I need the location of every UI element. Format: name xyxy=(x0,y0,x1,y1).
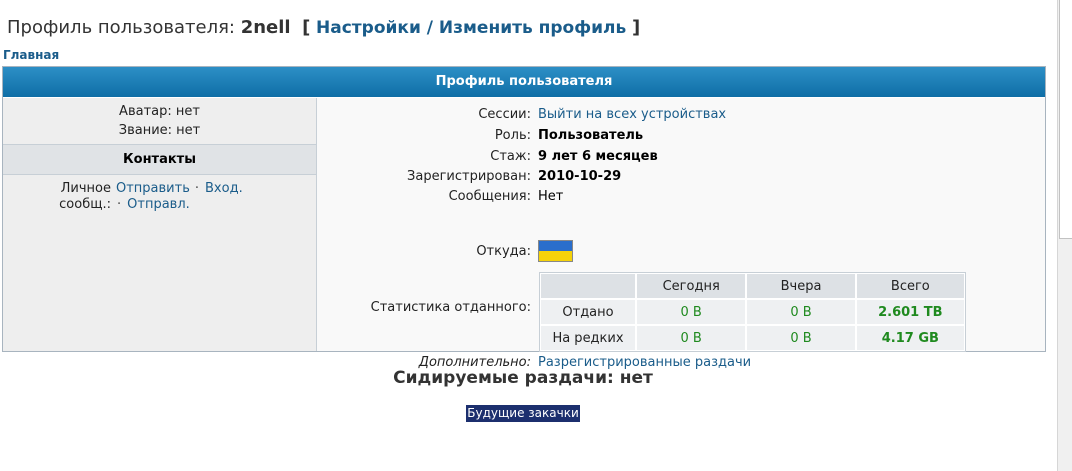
sessions-label: Сессии: xyxy=(478,107,531,122)
rank-info: Звание: нет xyxy=(118,123,201,138)
pm-label-line1: Личное xyxy=(60,181,111,196)
private-message-links: Отправить · Вход. · Отправл. xyxy=(116,181,243,213)
tenure-value: 9 лет 6 месяцев xyxy=(538,149,658,164)
pm-separator: · xyxy=(194,181,200,196)
stats-total-value: 4.17 GB xyxy=(855,325,965,351)
pm-send-link[interactable]: Отправить xyxy=(116,181,190,196)
profile-heading: Профиль пользователя xyxy=(3,67,1045,97)
upload-stats-table: Сегодня Вчера Всего Отдано 0 B 0 B 2.601… xyxy=(539,272,966,352)
upload-stats-label: Статистика отданного: xyxy=(370,300,531,315)
role-value: Пользователь xyxy=(538,128,644,143)
avatar-info: Аватар: нет xyxy=(119,104,200,119)
stats-header-row: Сегодня Вчера Всего xyxy=(540,273,965,299)
registered-value: 2010-10-29 xyxy=(538,169,622,184)
pm-label-line2: сообщ.: xyxy=(59,197,111,212)
future-downloads-button[interactable]: Будущие закачки xyxy=(466,405,580,422)
stats-today-value: 0 B xyxy=(636,325,747,351)
stats-header-empty xyxy=(540,273,636,299)
stats-header-total: Всего xyxy=(855,273,965,299)
pm-separator: · xyxy=(117,197,122,212)
table-row: На редких 0 B 0 B 4.17 GB xyxy=(540,325,965,351)
page-title: Профиль пользователя: 2nell [ Настройки … xyxy=(7,17,640,38)
logout-all-devices-link[interactable]: Выйти на всех устройствах xyxy=(538,107,726,122)
profile-right-column: Сессии: Выйти на всех устройствах Роль: … xyxy=(317,98,1045,370)
stats-total-value: 2.601 TB xyxy=(855,299,965,325)
messages-label: Сообщения: xyxy=(448,189,531,204)
role-label: Роль: xyxy=(494,128,531,143)
stats-header-yesterday: Вчера xyxy=(746,273,856,299)
stats-header-today: Сегодня xyxy=(636,273,747,299)
breadcrumb-home-link[interactable]: Главная xyxy=(3,48,59,62)
stats-today-value: 0 B xyxy=(636,299,747,325)
stats-row-label: Отдано xyxy=(540,299,636,325)
pm-inbox-link[interactable]: Вход. xyxy=(205,181,243,196)
profile-left-column: Аватар: нет Звание: нет Контакты Личное … xyxy=(3,98,317,351)
username: 2nell xyxy=(240,17,291,38)
tenure-label: Стаж: xyxy=(490,149,531,164)
ukraine-flag-icon xyxy=(538,240,573,262)
messages-value: Нет xyxy=(538,189,564,204)
scrollbar-thumb[interactable] xyxy=(1059,0,1072,239)
registered-label: Зарегистрирован: xyxy=(407,169,531,184)
settings-link[interactable]: Настройки / Изменить профиль xyxy=(316,18,626,38)
profile-panel: Профиль пользователя Аватар: нет Звание:… xyxy=(2,66,1046,370)
seeding-title: Сидируемые раздачи: нет xyxy=(393,368,653,388)
title-prefix: Профиль пользователя: xyxy=(7,17,235,38)
vertical-scrollbar[interactable] xyxy=(1057,0,1072,471)
stats-yesterday-value: 0 B xyxy=(746,299,856,325)
stats-row-label: На редких xyxy=(540,325,636,351)
contacts-heading: Контакты xyxy=(3,144,316,175)
from-label: Откуда: xyxy=(476,244,531,259)
bracket-open: [ xyxy=(302,17,311,38)
bracket-close: ] xyxy=(631,17,641,38)
stats-yesterday-value: 0 B xyxy=(746,325,856,351)
future-downloads-wrap: Будущие закачки xyxy=(0,402,1046,422)
table-row: Отдано 0 B 0 B 2.601 TB xyxy=(540,299,965,325)
private-message-label: Личное сообщ.: xyxy=(53,181,111,213)
pm-sent-link[interactable]: Отправл. xyxy=(127,197,190,212)
